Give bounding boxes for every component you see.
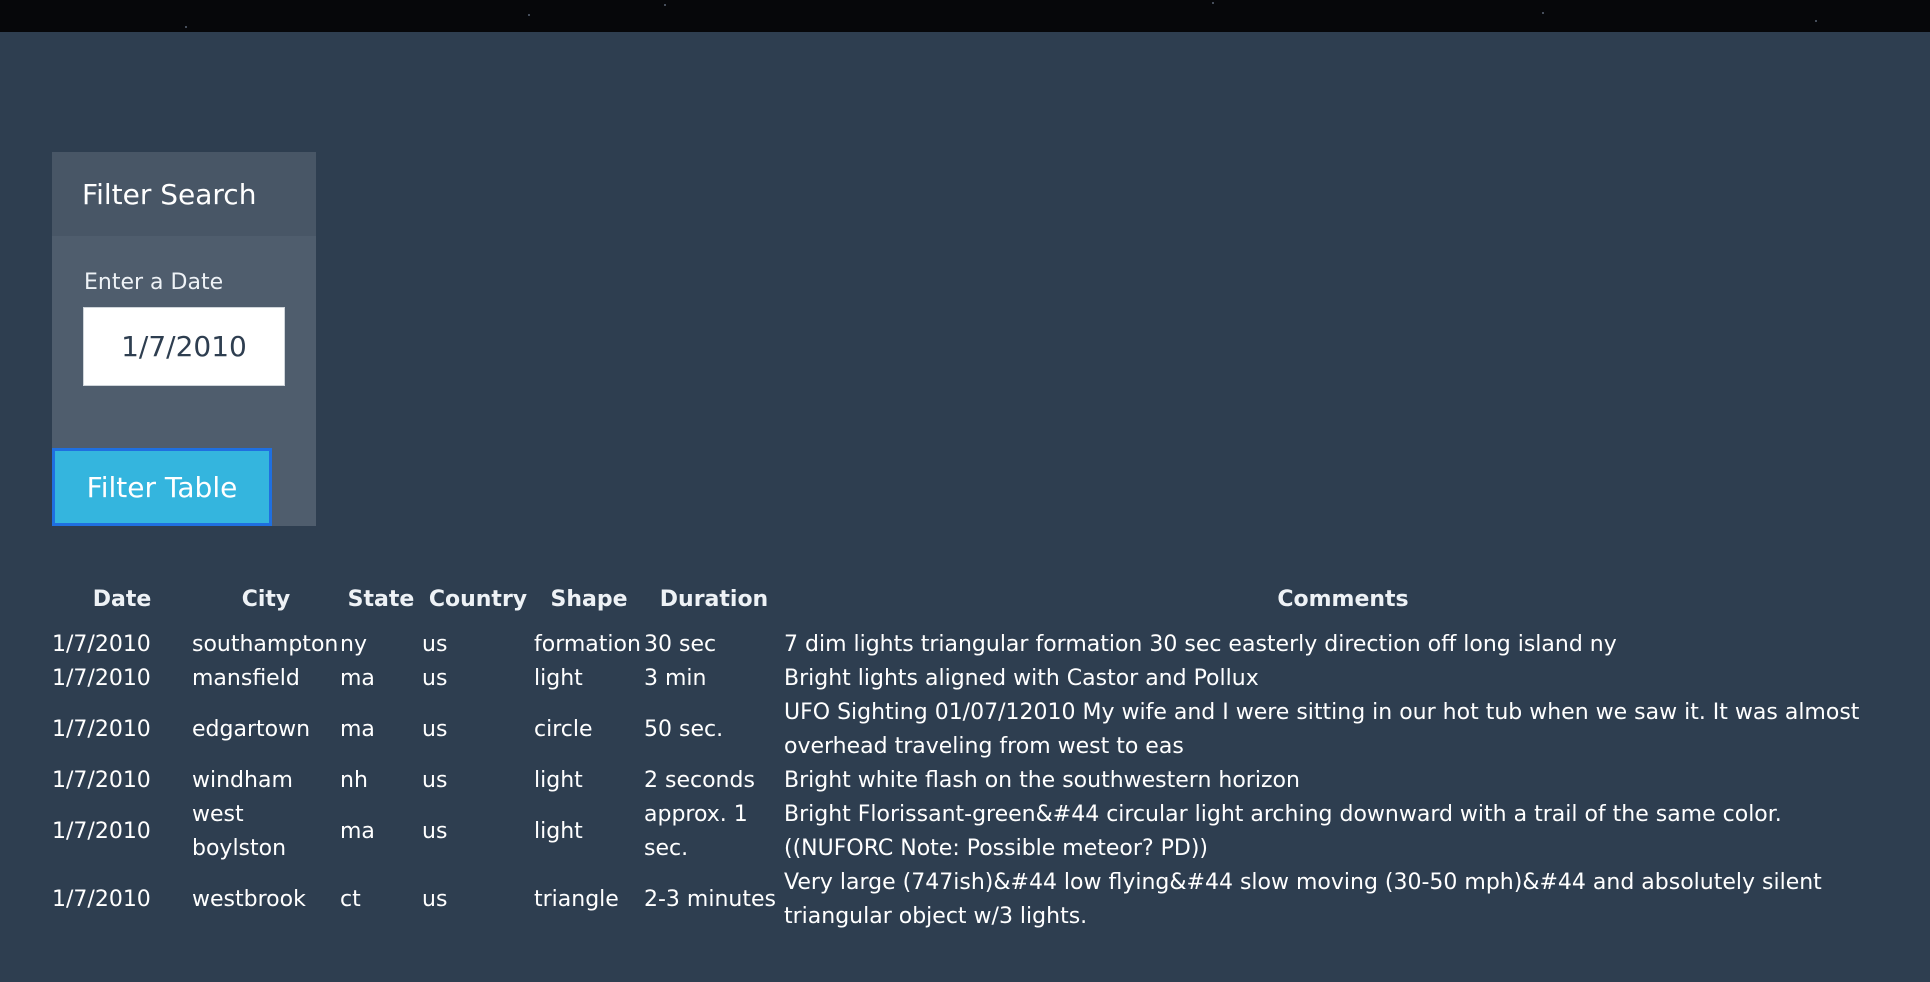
cell-duration: 30 sec [644, 632, 717, 657]
cell-city: mansfield [192, 666, 300, 691]
cell-shape: light [534, 819, 583, 844]
cell-duration: 50 sec. [644, 717, 724, 742]
cell-city: westbrook [192, 887, 306, 912]
cell-country: us [422, 768, 448, 793]
table-row: 1/7/2010 westbrook ct us triangle 2-3 mi… [52, 866, 1902, 934]
table-row: 1/7/2010 mansfield ma us light 3 min Bri… [52, 662, 1902, 696]
cell-comments: Bright white flash on the southwestern h… [784, 768, 1300, 793]
cell-state: nh [340, 768, 368, 793]
cell-shape: formation [534, 632, 641, 657]
star [1212, 2, 1214, 4]
starfield-header-strip [0, 0, 1930, 32]
cell-comments: Bright Florissant-green&#44 circular lig… [784, 802, 1782, 861]
column-header-date: Date [92, 586, 152, 612]
column-header-state: State [347, 586, 415, 612]
column-header-comments: Comments [1277, 586, 1409, 612]
table-header-row: Date City State Country Shape Duration C… [52, 578, 1902, 628]
cell-state: ma [340, 717, 375, 742]
cell-duration: 2 seconds [644, 768, 755, 793]
cell-duration: 3 min [644, 666, 707, 691]
cell-country: us [422, 819, 448, 844]
cell-country: us [422, 632, 448, 657]
cell-date: 1/7/2010 [52, 887, 151, 912]
star [185, 26, 187, 28]
cell-date: 1/7/2010 [52, 819, 151, 844]
cell-country: us [422, 717, 448, 742]
cell-state: ma [340, 666, 375, 691]
column-header-city: City [241, 586, 291, 612]
cell-shape: light [534, 768, 583, 793]
cell-state: ma [340, 819, 375, 844]
table-row: 1/7/2010 edgartown ma us circle 50 sec. … [52, 696, 1902, 764]
cell-shape: circle [534, 717, 593, 742]
cell-duration: 2-3 minutes [644, 887, 776, 912]
cell-shape: triangle [534, 887, 619, 912]
cell-comments: Bright lights aligned with Castor and Po… [784, 666, 1259, 691]
cell-comments: 7 dim lights triangular formation 30 sec… [784, 632, 1617, 657]
table-row: 1/7/2010 west boylston ma us light appro… [52, 798, 1902, 866]
cell-date: 1/7/2010 [52, 717, 151, 742]
filter-panel: Filter Search Enter a Date Filter Table [52, 152, 316, 526]
star [528, 14, 530, 16]
cell-city: west boylston [192, 802, 287, 861]
cell-country: us [422, 666, 448, 691]
table-row: 1/7/2010 southampton ny us formation 30 … [52, 628, 1902, 662]
column-header-shape: Shape [550, 586, 628, 612]
filter-panel-title: Filter Search [52, 152, 316, 236]
cell-shape: light [534, 666, 583, 691]
ufo-sightings-table: Date City State Country Shape Duration C… [52, 578, 1902, 934]
cell-duration: approx. 1 sec. [644, 802, 748, 861]
table-row: 1/7/2010 windham nh us light 2 seconds B… [52, 764, 1902, 798]
cell-state: ny [340, 632, 367, 657]
cell-country: us [422, 887, 448, 912]
column-header-country: Country [428, 586, 528, 612]
cell-comments: UFO Sighting 01/07/12010 My wife and I w… [784, 700, 1860, 759]
cell-date: 1/7/2010 [52, 632, 151, 657]
cell-comments: Very large (747ish)&#44 low flying&#44 s… [784, 870, 1822, 929]
cell-city: windham [192, 768, 293, 793]
star [1542, 12, 1544, 14]
cell-date: 1/7/2010 [52, 768, 151, 793]
cell-date: 1/7/2010 [52, 666, 151, 691]
filter-table-button[interactable]: Filter Table [52, 448, 272, 526]
cell-city: edgartown [192, 717, 311, 742]
cell-state: ct [340, 887, 361, 912]
cell-city: southampton [192, 632, 339, 657]
column-header-duration: Duration [659, 586, 769, 612]
star [664, 4, 666, 6]
date-input[interactable] [83, 307, 285, 386]
date-label: Enter a Date [84, 270, 224, 295]
star [1815, 20, 1817, 22]
